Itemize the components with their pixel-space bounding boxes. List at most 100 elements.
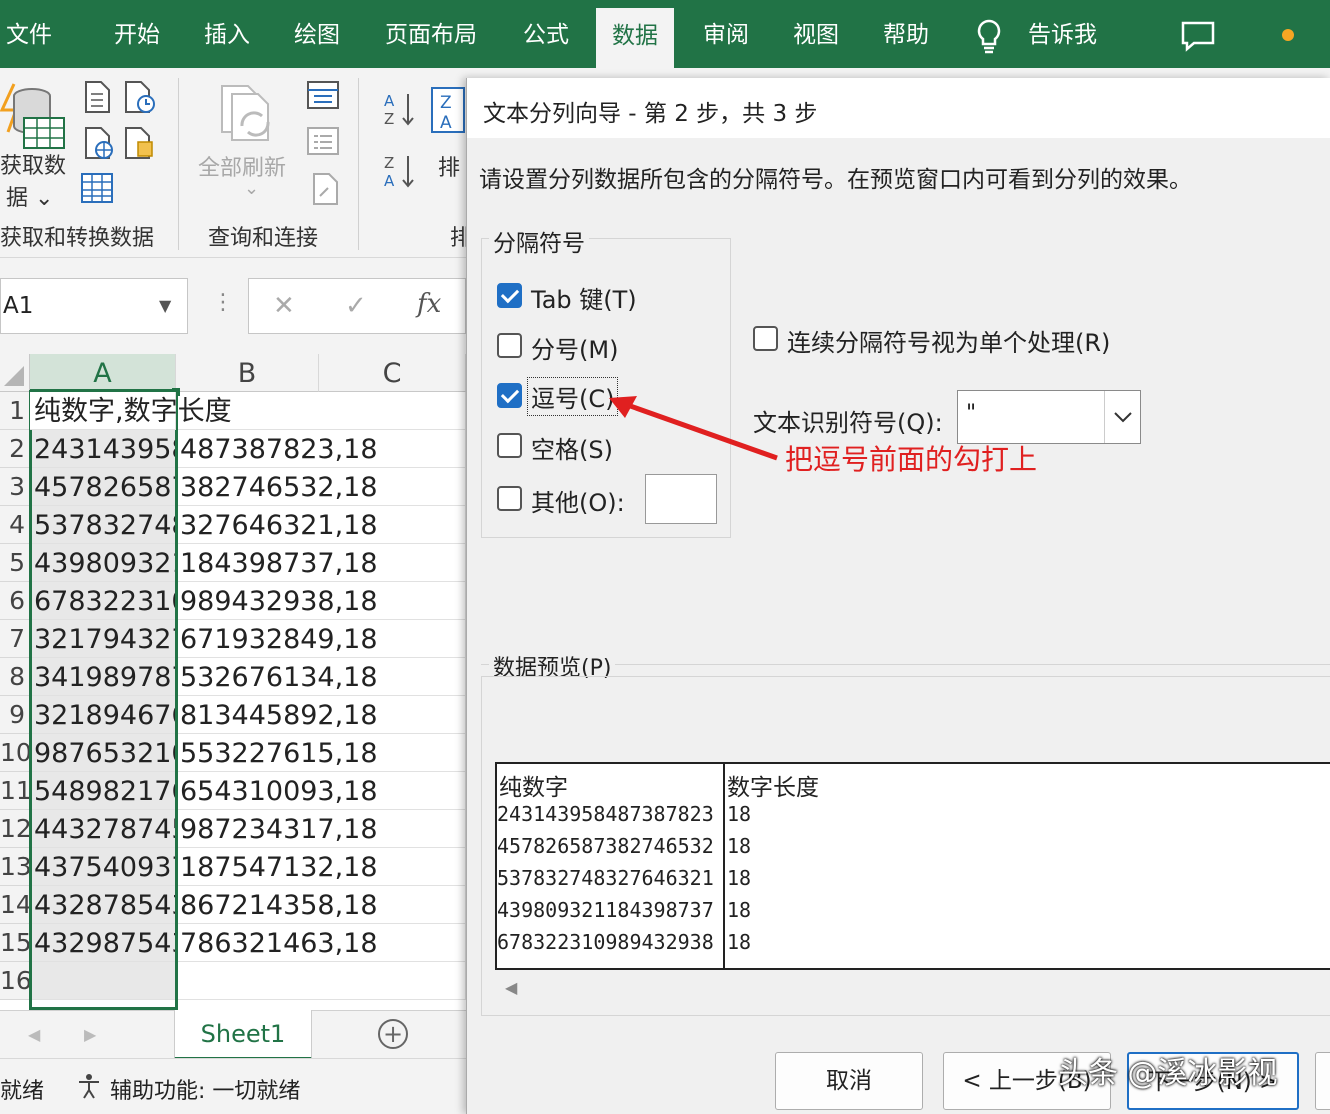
recent-sources-icon[interactable] [122,80,156,118]
from-text-icon[interactable] [82,80,112,118]
status-accessibility[interactable]: 辅助功能: 一切就绪 [110,1073,300,1105]
properties-icon[interactable] [306,126,340,160]
cell-c[interactable] [319,658,466,696]
cell-b[interactable]: 654310093,18 [176,772,378,810]
cell-c[interactable] [319,734,466,772]
row-header[interactable]: 13 [0,848,30,886]
column-header-c[interactable]: C [319,354,466,392]
sort-label[interactable]: 排 [438,150,460,182]
cell-c[interactable] [319,582,466,620]
column-header-a[interactable]: A [30,354,176,392]
formula-bar-grip-icon[interactable]: ⋮ [212,290,234,315]
consecutive-checkbox-label[interactable]: 连续分隔符号视为单个处理(R) [787,323,1110,358]
refresh-all-label[interactable]: 全部刷新 [198,150,286,182]
row-header[interactable]: 9 [0,696,30,734]
row-header[interactable]: 3 [0,468,30,506]
cell-b[interactable]: 184398737,18 [176,544,378,582]
cell-c[interactable] [319,772,466,810]
cell-a[interactable]: 321894676 [30,696,176,734]
dialog-titlebar[interactable]: 文本分列向导 - 第 2 步，共 3 步 [467,78,1330,138]
from-web-icon[interactable] [82,126,116,164]
comma-checkbox[interactable] [497,383,522,408]
cell-c[interactable] [319,962,466,1000]
cell-a[interactable]: 678322310 [30,582,176,620]
cell-c[interactable] [319,886,466,924]
existing-connections-icon[interactable] [122,126,156,164]
cell-b[interactable]: 867214358,18 [176,886,378,924]
data-preview-table[interactable]: 纯数字 数字长度 243143958487387823 18 45782658738… [495,762,1330,970]
finish-button-partial[interactable] [1315,1052,1330,1110]
semicolon-checkbox-label[interactable]: 分号(M) [531,330,618,365]
row-header[interactable]: 2 [0,430,30,468]
sort-ascending-icon[interactable]: AZ [384,90,416,134]
tab-file[interactable]: 文件 [6,0,52,68]
tab-page-layout[interactable]: 页面布局 [385,0,477,68]
cell-c[interactable] [319,696,466,734]
cancel-entry-icon[interactable]: ✕ [273,291,295,321]
cell-c[interactable] [319,620,466,658]
select-all-corner[interactable] [0,354,30,392]
row-header[interactable]: 16 [0,962,30,1000]
row-header[interactable]: 14 [0,886,30,924]
insert-function-icon[interactable]: fx [417,289,441,319]
row-header[interactable]: 5 [0,544,30,582]
cell-a[interactable]: 纯数字,数字长度 [30,392,232,430]
text-qualifier-dropdown[interactable] [1104,391,1140,443]
row-header[interactable]: 11 [0,772,30,810]
cell-b[interactable]: 553227615,18 [176,734,378,772]
semicolon-checkbox[interactable] [497,333,522,358]
cell-b[interactable]: 532676134,18 [176,658,378,696]
tab-draw[interactable]: 绘图 [294,0,340,68]
cell-b[interactable]: 327646321,18 [176,506,378,544]
cancel-button[interactable]: 取消 [775,1052,923,1110]
tab-home[interactable]: 开始 [114,0,160,68]
tab-review[interactable]: 审阅 [703,0,749,68]
tell-me-search[interactable]: 告诉我 [1028,0,1097,68]
tab-data[interactable]: 数据 [596,8,674,68]
space-checkbox[interactable] [497,433,522,458]
cell-c[interactable] [319,810,466,848]
scroll-left-icon[interactable]: ◀ [28,1025,40,1044]
cell-c[interactable] [319,848,466,886]
get-data-icon[interactable] [0,82,68,156]
cell-b[interactable]: 813445892,18 [176,696,378,734]
scroll-right-icon[interactable]: ▶ [84,1025,96,1044]
confirm-entry-icon[interactable]: ✓ [345,291,367,321]
cell-b[interactable]: 786321463,18 [176,924,378,962]
row-header[interactable]: 1 [0,392,30,430]
cell-b[interactable]: 987234317,18 [176,810,378,848]
row-header[interactable]: 4 [0,506,30,544]
cell-c[interactable] [319,924,466,962]
cell-a[interactable]: 432878543 [30,886,176,924]
column-header-b[interactable]: B [176,354,319,392]
cell-a[interactable]: 321794327 [30,620,176,658]
cell-b[interactable]: 487387823,18 [176,430,378,468]
other-checkbox[interactable] [497,486,522,511]
other-delimiter-input[interactable] [645,474,717,524]
cell-b[interactable]: 382746532,18 [176,468,378,506]
tab-checkbox[interactable] [497,283,522,308]
chevron-down-icon[interactable]: ⌄ [244,178,259,199]
cell-a[interactable]: 537832748 [30,506,176,544]
row-header[interactable]: 7 [0,620,30,658]
sheet-tab-sheet1[interactable]: Sheet1 [174,1010,312,1060]
cell-a[interactable]: 987653210 [30,734,176,772]
formula-input[interactable]: ✕ ✓ fx [248,278,466,334]
row-header[interactable]: 8 [0,658,30,696]
other-checkbox-label[interactable]: 其他(O): [531,483,625,518]
row-header[interactable]: 10 [0,734,30,772]
add-sheet-button[interactable]: + [378,1019,408,1049]
row-header[interactable]: 12 [0,810,30,848]
get-data-label-1[interactable]: 获取数 [0,148,66,180]
cell-b[interactable]: 989432938,18 [176,582,378,620]
cell-b[interactable]: 187547132,18 [176,848,378,886]
cell-c[interactable] [319,506,466,544]
tab-view[interactable]: 视图 [793,0,839,68]
cell-a[interactable]: 243143958 [30,430,176,468]
consecutive-checkbox[interactable] [753,326,778,351]
row-header[interactable]: 15 [0,924,30,962]
from-table-icon[interactable] [80,172,114,208]
cell-c[interactable] [319,430,466,468]
cell-a[interactable]: 443278745 [30,810,176,848]
cell-c[interactable] [319,544,466,582]
